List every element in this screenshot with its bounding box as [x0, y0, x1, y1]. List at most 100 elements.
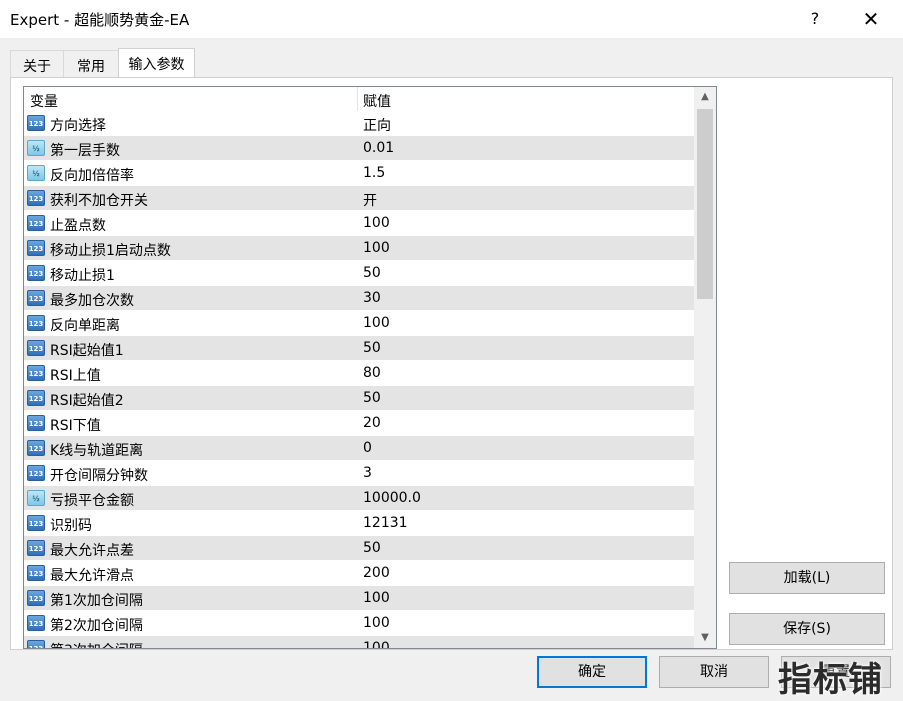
column-header-variable[interactable]: 变量: [30, 91, 58, 111]
grid-rows: 123 方向选择 正向 ½ 第一层手数 0.01 ½ 反向加倍倍率 1.5 123 获利不加仓开关开…: [24, 111, 694, 648]
table-row[interactable]: ½ 亏损平仓金额 10000.0: [24, 486, 694, 511]
parameter-value[interactable]: 100: [363, 215, 390, 231]
ok-button[interactable]: 确定: [537, 656, 647, 688]
double-type-icon: ½: [27, 140, 45, 156]
load-button[interactable]: 加载(L): [729, 562, 885, 594]
integer-type-icon: 123: [27, 240, 45, 256]
parameter-name: 亏损平仓金额: [50, 493, 134, 509]
parameter-name: RSI下值: [50, 418, 101, 434]
integer-type-icon: 123: [27, 115, 45, 131]
table-row[interactable]: 123 反向单距离 100: [24, 311, 694, 336]
tab-panel: 变量 赋值 123 方向选择 正向 ½ 第一层手数 0.01 ½ 反向加倍倍率 1.5 123 获利…: [10, 77, 893, 650]
parameter-name: 最大允许点差: [50, 543, 134, 559]
integer-type-icon: 123: [27, 315, 45, 331]
parameter-name: RSI起始值1: [50, 343, 124, 359]
watermark-logo: 指标铺: [778, 660, 883, 700]
parameter-value[interactable]: 20: [363, 415, 381, 431]
parameter-name: 获利不加仓开关: [50, 193, 148, 209]
integer-type-icon: 123: [27, 415, 45, 431]
parameter-value[interactable]: 50: [363, 265, 381, 281]
integer-type-icon: 123: [27, 190, 45, 206]
column-divider[interactable]: [357, 87, 358, 111]
title-bar: Expert - 超能顺势黄金-EA ? ✕: [0, 0, 903, 38]
window-title: Expert - 超能顺势黄金-EA: [10, 11, 190, 29]
column-header-value[interactable]: 赋值: [363, 91, 391, 111]
table-row[interactable]: 123 移动止损1启动点数 100: [24, 236, 694, 261]
vertical-scrollbar[interactable]: ▲ ▼: [694, 87, 716, 648]
parameter-value[interactable]: 0: [363, 440, 372, 456]
table-row[interactable]: 123 移动止损1 50: [24, 261, 694, 286]
table-row[interactable]: 123 最大允许滑点 200: [24, 561, 694, 586]
table-row[interactable]: 123 获利不加仓开关 开: [24, 186, 694, 211]
integer-type-icon: 123: [27, 265, 45, 281]
parameter-name: 反向加倍倍率: [50, 168, 134, 184]
scroll-thumb[interactable]: [697, 109, 713, 299]
parameter-value[interactable]: 50: [363, 340, 381, 356]
table-row[interactable]: 123 RSI上值 80: [24, 361, 694, 386]
table-row[interactable]: 123 RSI下值 20: [24, 411, 694, 436]
table-row[interactable]: 123 识别码 12131: [24, 511, 694, 536]
integer-type-icon: 123: [27, 615, 45, 631]
parameter-value[interactable]: 100: [363, 590, 390, 606]
tab-about[interactable]: 关于: [10, 50, 64, 78]
parameter-value[interactable]: 30: [363, 290, 381, 306]
parameter-name: 最多加仓次数: [50, 293, 134, 309]
integer-type-icon: 123: [27, 465, 45, 481]
save-button[interactable]: 保存(S): [729, 613, 885, 645]
parameter-value[interactable]: 100: [363, 615, 390, 631]
table-row[interactable]: 123 RSI起始值1 50: [24, 336, 694, 361]
tab-input-params[interactable]: 输入参数: [118, 48, 195, 78]
parameter-name: 移动止损1: [50, 268, 115, 284]
table-row[interactable]: 123 最多加仓次数 30: [24, 286, 694, 311]
parameter-name: 方向选择: [50, 118, 106, 134]
table-row[interactable]: 123 第2次加仓间隔 100: [24, 611, 694, 636]
parameter-value[interactable]: 50: [363, 540, 381, 556]
parameter-value[interactable]: 100: [363, 640, 390, 648]
parameter-name: 识别码: [50, 518, 92, 534]
integer-type-icon: 123: [27, 215, 45, 231]
parameter-value[interactable]: 100: [363, 240, 390, 256]
table-row[interactable]: 123 K线与轨道距离 0: [24, 436, 694, 461]
parameter-value[interactable]: 3: [363, 465, 372, 481]
integer-type-icon: 123: [27, 290, 45, 306]
parameter-name: RSI上值: [50, 368, 101, 384]
parameter-value[interactable]: 开: [363, 190, 377, 210]
tab-common[interactable]: 常用: [63, 50, 119, 78]
integer-type-icon: 123: [27, 340, 45, 356]
table-row[interactable]: 123 第3次加仓间隔 100: [24, 636, 694, 648]
scroll-up-icon[interactable]: ▲: [694, 87, 716, 107]
cancel-button[interactable]: 取消: [659, 656, 769, 688]
double-type-icon: ½: [27, 490, 45, 506]
parameter-name: 第1次加仓间隔: [50, 593, 143, 609]
parameter-value[interactable]: 0.01: [363, 140, 394, 156]
integer-type-icon: 123: [27, 440, 45, 456]
table-row[interactable]: 123 止盈点数 100: [24, 211, 694, 236]
table-row[interactable]: 123 最大允许点差 50: [24, 536, 694, 561]
parameter-value[interactable]: 1.5: [363, 165, 385, 181]
parameter-value[interactable]: 12131: [363, 515, 408, 531]
parameter-value[interactable]: 10000.0: [363, 490, 421, 506]
integer-type-icon: 123: [27, 590, 45, 606]
parameter-name: 反向单距离: [50, 318, 120, 334]
help-button[interactable]: ?: [800, 4, 830, 34]
scroll-down-icon[interactable]: ▼: [694, 628, 716, 648]
parameter-name: 开仓间隔分钟数: [50, 468, 148, 484]
table-row[interactable]: 123 方向选择 正向: [24, 111, 694, 136]
double-type-icon: ½: [27, 165, 45, 181]
close-button[interactable]: ✕: [856, 4, 886, 34]
parameter-value[interactable]: 100: [363, 315, 390, 331]
table-row[interactable]: 123 开仓间隔分钟数 3: [24, 461, 694, 486]
parameter-value[interactable]: 正向: [363, 115, 391, 135]
parameter-name: 移动止损1启动点数: [50, 243, 171, 259]
integer-type-icon: 123: [27, 640, 45, 648]
parameter-name: 第一层手数: [50, 143, 120, 159]
table-row[interactable]: 123 RSI起始值2 50: [24, 386, 694, 411]
table-row[interactable]: ½ 反向加倍倍率 1.5: [24, 161, 694, 186]
table-row[interactable]: ½ 第一层手数 0.01: [24, 136, 694, 161]
parameter-value[interactable]: 80: [363, 365, 381, 381]
table-row[interactable]: 123 第1次加仓间隔 100: [24, 586, 694, 611]
integer-type-icon: 123: [27, 540, 45, 556]
parameters-grid: 变量 赋值 123 方向选择 正向 ½ 第一层手数 0.01 ½ 反向加倍倍率 1.5 123 获利…: [23, 86, 717, 649]
parameter-value[interactable]: 50: [363, 390, 381, 406]
parameter-value[interactable]: 200: [363, 565, 390, 581]
